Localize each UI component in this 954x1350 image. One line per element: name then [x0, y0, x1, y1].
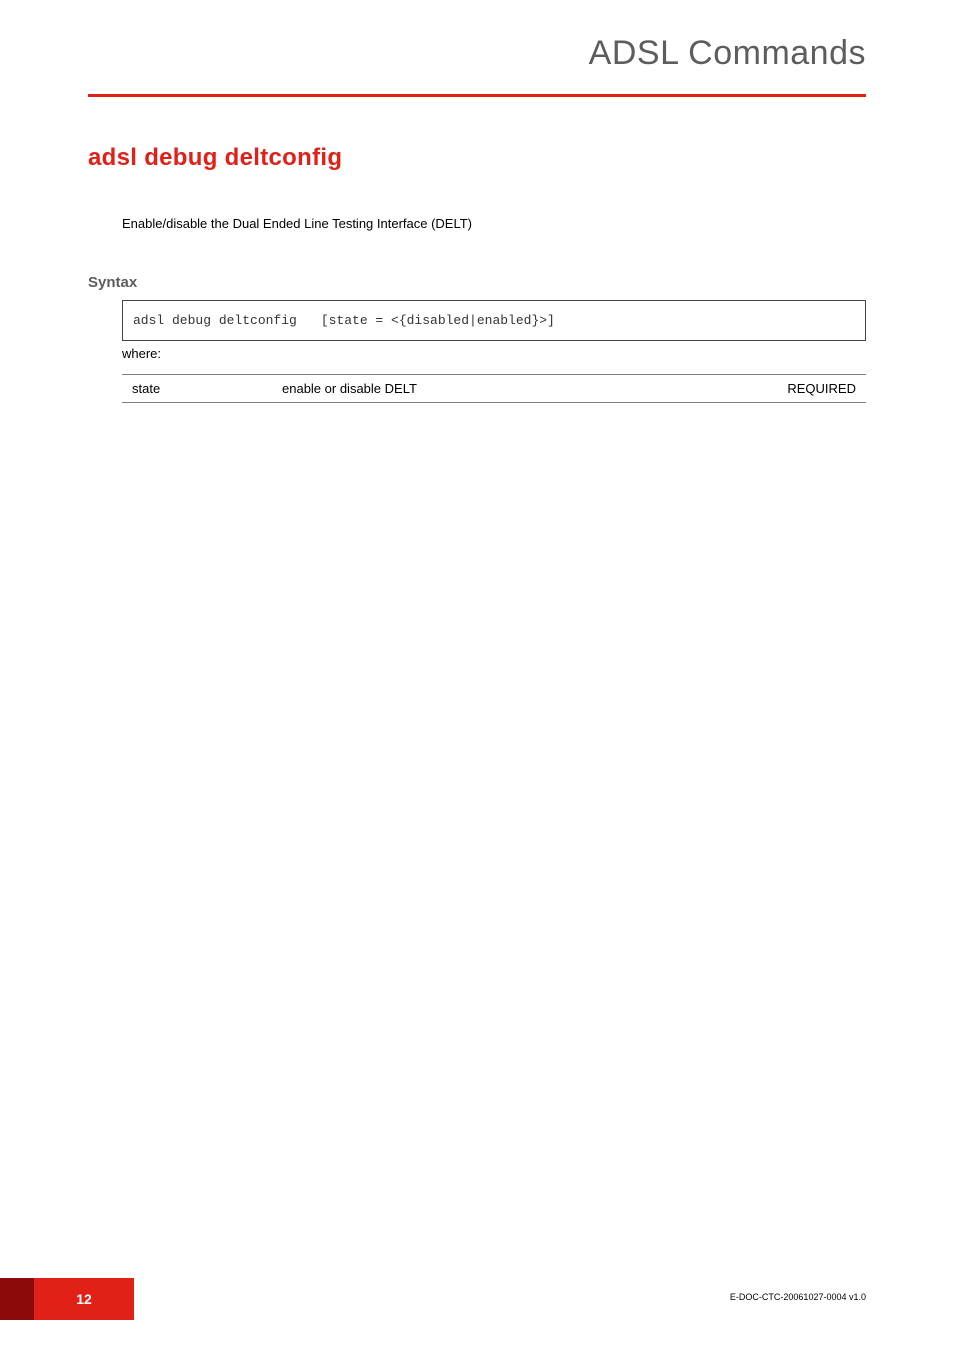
- footer-accent: [0, 1278, 34, 1320]
- param-required: REQUIRED: [756, 381, 856, 396]
- syntax-heading: Syntax: [88, 274, 137, 291]
- command-description: Enable/disable the Dual Ended Line Testi…: [122, 216, 472, 231]
- where-label: where:: [122, 346, 161, 361]
- page-footer: 12 E-DOC-CTC-20061027-0004 v1.0: [0, 1278, 954, 1320]
- command-title: adsl debug deltconfig: [88, 144, 342, 172]
- syntax-command: adsl debug deltconfig: [133, 313, 313, 328]
- page-number-badge: 12: [34, 1278, 134, 1320]
- param-name: state: [132, 381, 282, 396]
- page-header-title: ADSL Commands: [589, 34, 866, 73]
- table-rule-bottom: [122, 402, 866, 403]
- header-divider: [88, 94, 866, 97]
- syntax-box: adsl debug deltconfig [state = <{disable…: [122, 300, 866, 341]
- parameter-table: state enable or disable DELT REQUIRED: [122, 374, 866, 403]
- table-row: state enable or disable DELT REQUIRED: [122, 375, 866, 402]
- syntax-args: [state = <{disabled|enabled}>]: [321, 313, 555, 328]
- param-description: enable or disable DELT: [282, 381, 756, 396]
- document-id: E-DOC-CTC-20061027-0004 v1.0: [730, 1292, 866, 1302]
